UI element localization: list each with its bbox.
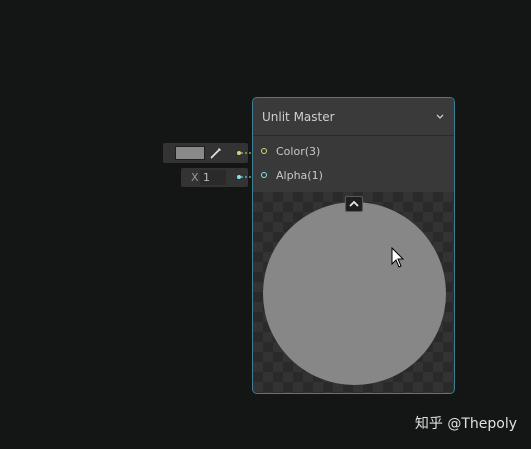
node-title: Unlit Master: [262, 110, 335, 124]
port-alpha[interactable]: Alpha(1): [261, 167, 323, 183]
port-alpha-label: Alpha(1): [276, 168, 323, 182]
alpha-axis-label: X: [191, 171, 199, 184]
cursor-icon: [391, 247, 405, 268]
collapse-preview-button[interactable]: [345, 196, 363, 212]
node-preview[interactable]: [253, 192, 454, 393]
node-ports: Color(3) Alpha(1): [253, 136, 454, 192]
port-color-label: Color(3): [276, 144, 321, 158]
eyedropper-icon[interactable]: [209, 146, 223, 160]
preview-sphere: [263, 202, 446, 385]
alpha-value-field[interactable]: 1: [200, 170, 226, 185]
port-color[interactable]: Color(3): [261, 143, 320, 159]
unlit-master-node[interactable]: Unlit Master Color(3) Alpha(1): [252, 97, 455, 394]
port-color-dot[interactable]: [261, 148, 267, 154]
node-header[interactable]: Unlit Master: [253, 98, 454, 136]
watermark: 知乎 @Thepoly: [414, 416, 517, 432]
chevron-up-icon: [349, 200, 359, 207]
color-swatch[interactable]: [175, 146, 205, 160]
chevron-down-icon[interactable]: [435, 112, 445, 122]
port-alpha-dot[interactable]: [261, 172, 267, 178]
